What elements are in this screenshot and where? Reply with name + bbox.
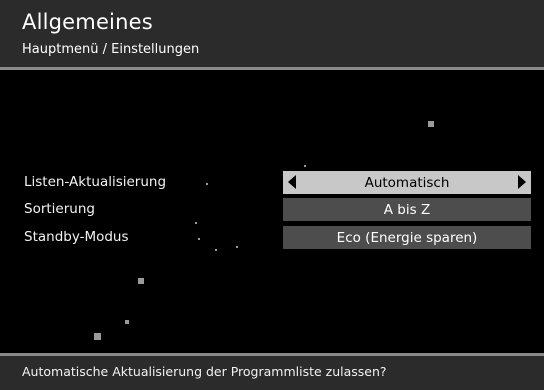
listen-aktualisierung-selector[interactable]: Automatisch <box>283 171 531 194</box>
header-divider <box>0 67 544 70</box>
header-bar: Allgemeines Hauptmenü / Einstellungen <box>0 0 544 68</box>
background-particle <box>195 222 197 224</box>
standby-modus-label: Standby-Modus <box>24 229 129 245</box>
listen-aktualisierung-label: Listen-Aktualisierung <box>24 174 167 190</box>
standby-modus-selector[interactable]: Eco (Energie sparen) <box>283 226 531 249</box>
sortierung-selector[interactable]: A bis Z <box>283 198 531 221</box>
background-particle <box>304 165 306 167</box>
help-text: Automatische Aktualisierung der Programm… <box>22 364 387 379</box>
background-particle <box>215 249 217 251</box>
background-particle <box>236 246 238 248</box>
listen-aktualisierung-value: Automatisch <box>364 174 450 191</box>
footer-bar: Automatische Aktualisierung der Programm… <box>0 356 544 390</box>
background-particle <box>138 278 144 284</box>
page-title: Allgemeines <box>22 10 153 34</box>
arrow-right-icon[interactable] <box>518 175 526 189</box>
breadcrumb: Hauptmenü / Einstellungen <box>22 42 200 57</box>
background-particle <box>198 238 200 240</box>
background-particle <box>125 320 129 324</box>
settings-screen: Allgemeines Hauptmenü / Einstellungen Li… <box>0 0 544 390</box>
arrow-left-icon[interactable] <box>288 175 296 189</box>
sortierung-label: Sortierung <box>24 201 95 217</box>
background-particle <box>94 333 101 340</box>
background-particle <box>206 183 208 185</box>
standby-modus-value: Eco (Energie sparen) <box>336 229 478 246</box>
background-particle <box>428 121 434 127</box>
sortierung-value: A bis Z <box>383 201 431 218</box>
